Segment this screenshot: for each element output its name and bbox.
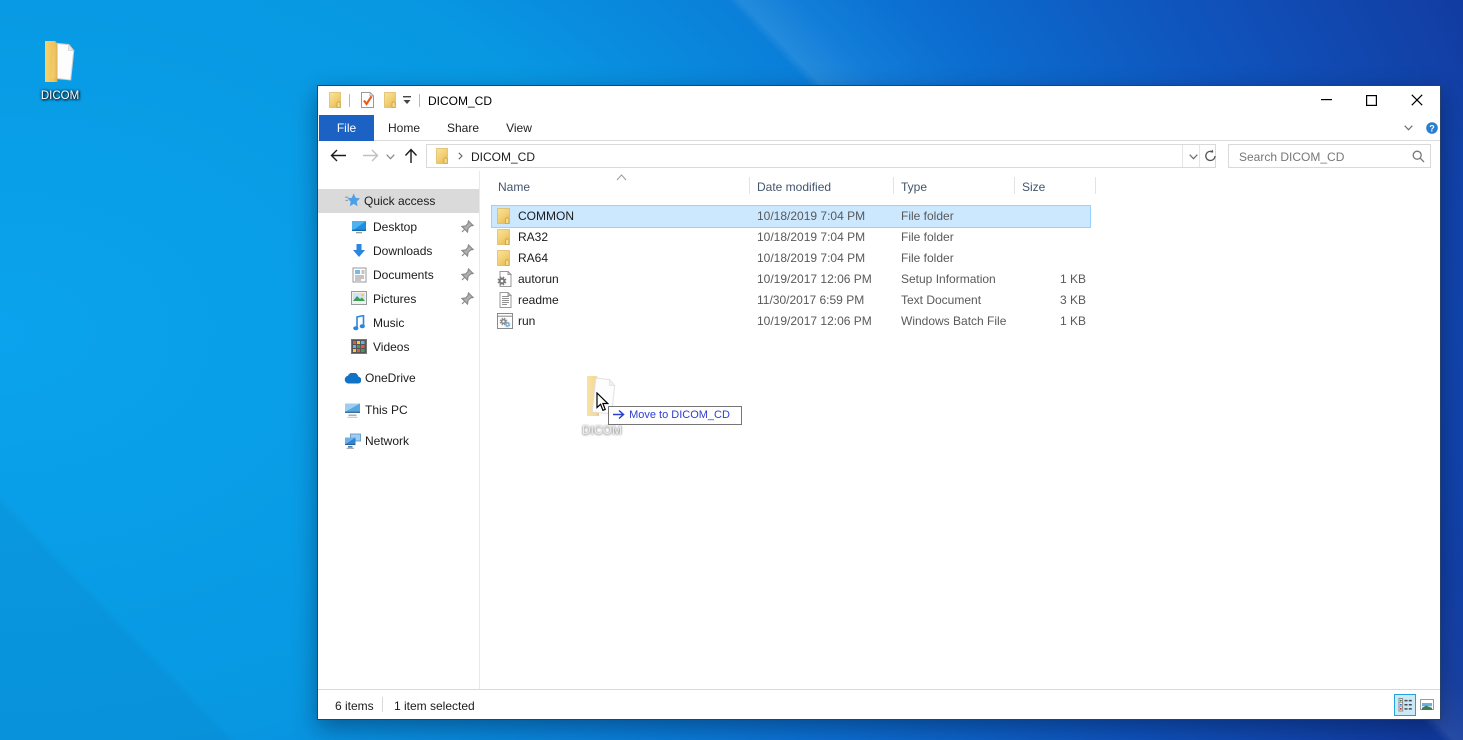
- svg-text:?: ?: [1429, 123, 1435, 133]
